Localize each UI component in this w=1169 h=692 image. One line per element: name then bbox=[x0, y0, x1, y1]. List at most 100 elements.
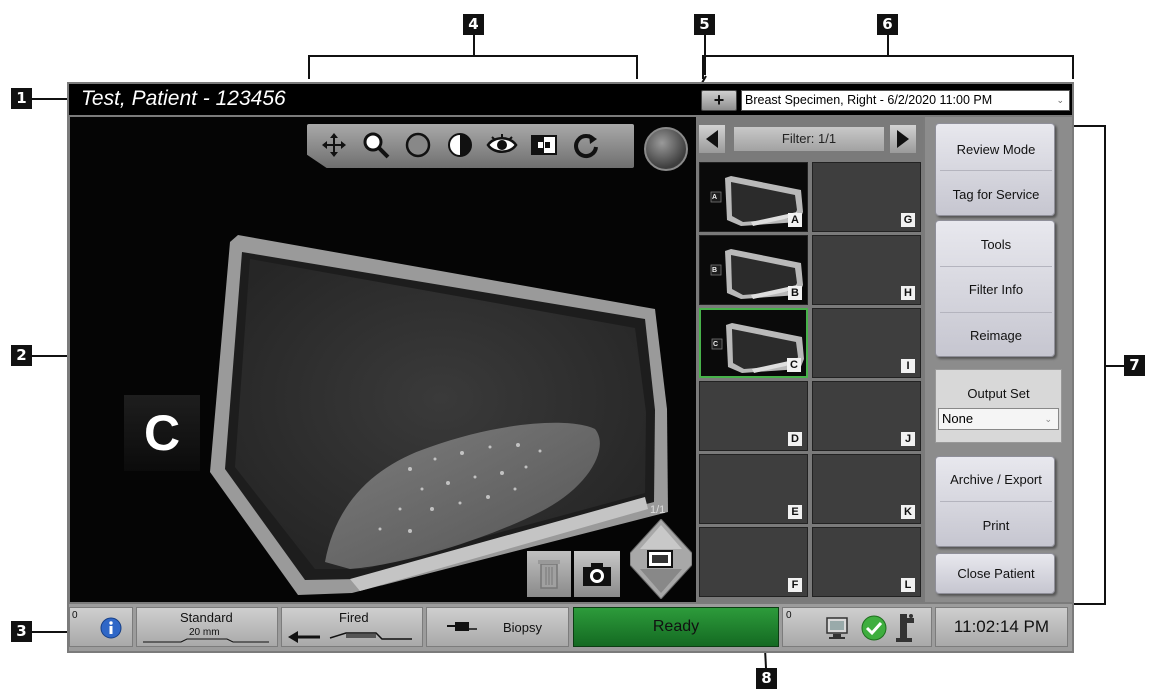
biopsy-device-icon bbox=[447, 622, 477, 631]
paddle-status-cell[interactable]: Standard 20 mm bbox=[136, 607, 278, 647]
callout-7-stem bbox=[1105, 365, 1124, 367]
info-cell[interactable]: 0 bbox=[69, 607, 133, 647]
thumbnail-f[interactable]: F bbox=[699, 527, 808, 597]
archive-button-group: Archive / Export Print bbox=[935, 456, 1055, 547]
paddle-type: Standard bbox=[180, 610, 233, 625]
callout-5: 5 bbox=[694, 14, 715, 35]
add-study-button[interactable]: + bbox=[701, 90, 737, 111]
needle-status-cell[interactable]: Fired bbox=[281, 607, 423, 647]
thumbnail-letter: F bbox=[788, 578, 802, 592]
capture-button[interactable] bbox=[574, 551, 620, 597]
arrow-right-icon bbox=[897, 130, 909, 148]
chevron-down-icon: ⌄ bbox=[1056, 95, 1064, 105]
thumbnail-d[interactable]: D bbox=[699, 381, 808, 451]
title-bar: Test, Patient - 123456 + Breast Specimen… bbox=[69, 84, 1072, 115]
trash-icon bbox=[538, 560, 560, 589]
callout-8: 8 bbox=[756, 668, 777, 689]
thumbnail-j[interactable]: J bbox=[812, 381, 921, 451]
ready-status: Ready bbox=[573, 607, 779, 647]
thumbnail-c[interactable]: CC bbox=[699, 308, 808, 378]
system-gantry-icon bbox=[896, 614, 914, 642]
output-set-label: Output Set bbox=[967, 386, 1030, 401]
rotate-icon[interactable] bbox=[569, 128, 603, 162]
callout-6: 6 bbox=[877, 14, 898, 35]
thumbnail-b[interactable]: BB bbox=[699, 235, 808, 305]
callout-4-bracket bbox=[308, 55, 638, 57]
thumbnail-g[interactable]: G bbox=[812, 162, 921, 232]
thumbnail-e[interactable]: E bbox=[699, 454, 808, 524]
tools-button[interactable]: Tools bbox=[936, 237, 1056, 252]
thumbnail-letter: I bbox=[901, 359, 915, 373]
tag-for-service-button[interactable]: Tag for Service bbox=[936, 187, 1056, 202]
magnify-icon[interactable] bbox=[359, 128, 393, 162]
thumbnail-panel: Filter: 1/1 AAGBBHCCIDJEKFL bbox=[697, 117, 923, 602]
eye-icon[interactable] bbox=[485, 128, 519, 162]
filter-previous-button[interactable] bbox=[699, 125, 725, 153]
callout-4-bracket-left bbox=[308, 55, 310, 79]
reimage-button[interactable]: Reimage bbox=[936, 328, 1056, 343]
review-mode-button[interactable]: Review Mode bbox=[936, 142, 1056, 157]
move-icon[interactable] bbox=[317, 128, 351, 162]
study-dropdown-value: Breast Specimen, Right - 6/2/2020 11:00 … bbox=[745, 93, 993, 107]
delete-button[interactable] bbox=[527, 551, 571, 597]
callout-3: 3 bbox=[11, 621, 32, 642]
page-navigation-control[interactable] bbox=[630, 519, 692, 599]
callout-2-line bbox=[32, 355, 68, 357]
divider bbox=[940, 266, 1052, 267]
procedure-cell[interactable]: Biopsy bbox=[426, 607, 569, 647]
thumbnail-letter: L bbox=[901, 578, 915, 592]
tools-button-group: Tools Filter Info Reimage bbox=[935, 220, 1055, 357]
callout-6-bracket bbox=[702, 55, 1074, 57]
system-status-cell[interactable]: 0 bbox=[782, 607, 932, 647]
study-dropdown[interactable]: Breast Specimen, Right - 6/2/2020 11:00 … bbox=[741, 90, 1070, 111]
needle-icon bbox=[288, 631, 412, 643]
divider bbox=[940, 170, 1052, 171]
callout-7-bracket-top bbox=[1070, 125, 1106, 127]
alarm-count: 0 bbox=[72, 610, 78, 621]
paddle-icon bbox=[143, 638, 269, 643]
thumbnail-letter: D bbox=[788, 432, 802, 446]
close-patient-button[interactable]: Close Patient bbox=[936, 566, 1056, 581]
thumbnail-letter: J bbox=[901, 432, 915, 446]
divider bbox=[940, 312, 1052, 313]
thumbnail-k[interactable]: K bbox=[812, 454, 921, 524]
thumbnail-a[interactable]: AA bbox=[699, 162, 808, 232]
thumbnail-marker-label: A bbox=[712, 194, 718, 201]
circle-icon[interactable] bbox=[401, 128, 435, 162]
print-button[interactable]: Print bbox=[936, 518, 1056, 533]
thumbnail-letter: H bbox=[901, 286, 915, 300]
thumbnail-letter: C bbox=[787, 358, 801, 372]
procedure-label: Biopsy bbox=[503, 620, 543, 635]
thumbnail-letter: E bbox=[788, 505, 802, 519]
network-icon bbox=[826, 617, 848, 639]
output-set-value: None bbox=[942, 411, 974, 426]
thumbnail-l[interactable]: L bbox=[812, 527, 921, 597]
filter-next-button[interactable] bbox=[890, 125, 916, 153]
thumbnail-letter: B bbox=[788, 286, 802, 300]
page-counter: 1/1 bbox=[650, 504, 666, 516]
image-viewer[interactable]: C 1/1 bbox=[70, 117, 696, 602]
contrast-icon[interactable] bbox=[443, 128, 477, 162]
callout-4: 4 bbox=[463, 14, 484, 35]
chevron-down-icon: ⌄ bbox=[1044, 414, 1052, 424]
patient-name: Test, Patient - 123456 bbox=[81, 87, 286, 110]
specimen-letter-marker: C bbox=[124, 395, 200, 471]
queue-count: 0 bbox=[786, 610, 792, 621]
callout-1: 1 bbox=[11, 88, 32, 109]
archive-export-button[interactable]: Archive / Export bbox=[936, 472, 1056, 487]
exposure-indicator-button[interactable] bbox=[644, 127, 688, 171]
output-set-dropdown[interactable]: None ⌄ bbox=[938, 408, 1059, 430]
specimen-image bbox=[210, 235, 668, 595]
callout-1-line bbox=[32, 98, 68, 100]
invert-icon[interactable] bbox=[527, 128, 561, 162]
divider bbox=[940, 501, 1052, 502]
thumbnail-i[interactable]: I bbox=[812, 308, 921, 378]
thumbnail-letter: A bbox=[788, 213, 802, 227]
filter-info-button[interactable]: Filter Info bbox=[936, 282, 1056, 297]
callout-4-bracket-right bbox=[636, 55, 638, 79]
filter-label: Filter: 1/1 bbox=[734, 127, 884, 151]
camera-icon bbox=[583, 563, 611, 586]
image-tools-toolbar bbox=[307, 124, 634, 168]
thumbnail-h[interactable]: H bbox=[812, 235, 921, 305]
info-icon bbox=[100, 617, 122, 639]
